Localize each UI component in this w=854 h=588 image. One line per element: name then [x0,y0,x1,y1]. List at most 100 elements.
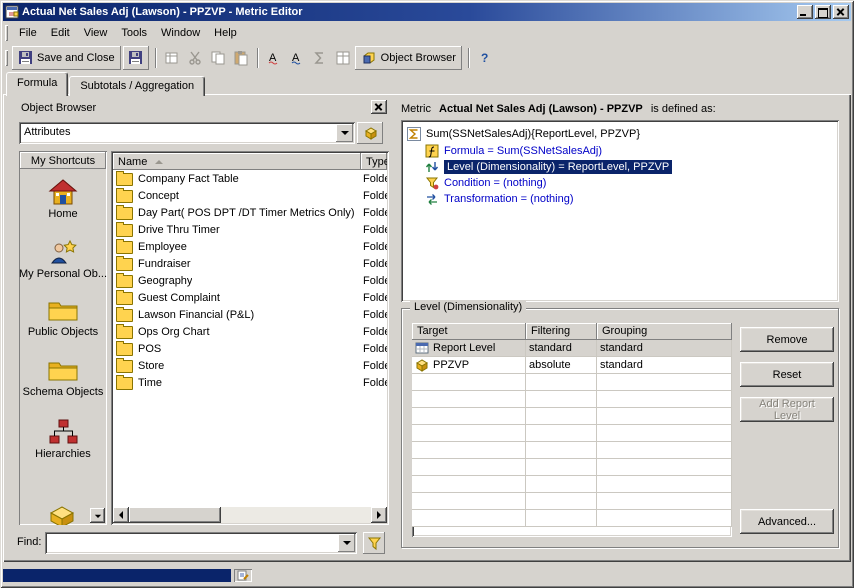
object-browser-toggle[interactable]: Object Browser [354,45,462,70]
list-item[interactable]: Geography Folde [113,272,387,289]
sigma-button[interactable] [309,47,331,69]
funnel-icon [367,537,381,550]
menubar-grip[interactable] [5,24,8,41]
cut-button[interactable] [184,47,206,69]
tab-subtotals-aggregation[interactable]: Subtotals / Aggregation [69,76,206,96]
scroll-left-button[interactable] [113,507,129,523]
titlebar[interactable]: Actual Net Sales Adj (Lawson) - PPZVP - … [3,3,851,21]
object-browser-label: Object Browser [380,51,456,64]
paste-button[interactable] [230,47,252,69]
table-empty-row [412,476,732,493]
folder-name: Day Part( POS DPT /DT Timer Metrics Only… [138,206,355,219]
folder-icon [116,221,133,237]
table-cell [597,459,732,476]
table-row-ppzvp[interactable]: PPZVP absolute standard [412,357,732,374]
browse-level-up-button[interactable] [357,122,383,144]
reset-button[interactable]: Reset [740,362,834,387]
definition-condition-node[interactable]: Condition = (nothing) [425,175,546,191]
list-item[interactable]: POS Folde [113,340,387,357]
scroll-right-button[interactable] [371,507,387,523]
definition-root-node[interactable]: Sum(SSNetSalesAdj){ReportLevel, PPZVP} [407,126,640,142]
menu-window[interactable]: Window [154,24,207,42]
menu-help[interactable]: Help [207,24,244,42]
list-item[interactable]: Lawson Financial (P&L) Folde [113,306,387,323]
letter-a-red-icon: A [268,52,278,64]
menu-file[interactable]: File [12,24,44,42]
folder-icon [116,340,133,356]
list-item[interactable]: Day Part( POS DPT /DT Timer Metrics Only… [113,204,387,221]
column-header-type[interactable]: Type [361,153,387,170]
table-cell [526,391,597,408]
toolbar-grip[interactable] [5,49,8,66]
levels-button[interactable] [332,47,354,69]
list-item[interactable]: Time Folde [113,374,387,391]
shortcut-home[interactable]: Home [19,170,107,230]
list-item[interactable]: Guest Complaint Folde [113,289,387,306]
maximize-button[interactable] [815,5,831,19]
dropdown-arrow-button[interactable] [336,124,353,142]
menu-view[interactable]: View [77,24,115,42]
object-type-value: Attributes [24,126,71,138]
filtering-cell: standard [526,340,597,357]
definition-level-node[interactable]: Level (Dimensionality) = ReportLevel, PP… [425,159,673,175]
find-text-input[interactable] [48,535,334,552]
column-header-grouping[interactable]: Grouping [597,323,732,340]
close-button[interactable] [833,5,849,19]
find-filter-button[interactable] [363,532,385,554]
list-item[interactable]: Company Fact Table Folde [113,170,387,187]
column-header-filtering[interactable]: Filtering [526,323,597,340]
list-item[interactable]: Concept Folde [113,187,387,204]
list-item[interactable]: Ops Org Chart Folde [113,323,387,340]
folder-name: Ops Org Chart [138,325,210,338]
table-empty-row [412,493,732,510]
scrollbar-thumb[interactable] [129,507,221,523]
table-cell [597,408,732,425]
grouping-cell: standard [597,340,732,357]
definition-formula-node[interactable]: Formula = Sum(SSNetSalesAdj) [425,143,602,159]
list-item[interactable]: Employee Folde [113,238,387,255]
minimize-button[interactable] [797,5,813,19]
metric-label: Metric [401,103,431,115]
save-and-close-button[interactable]: Save and Close [12,45,121,70]
definition-text: Transformation = (nothing) [444,193,574,205]
list-item[interactable]: Drive Thru Timer Folde [113,221,387,238]
menu-edit[interactable]: Edit [44,24,77,42]
table-cell [526,459,597,476]
list-item[interactable]: Fundraiser Folde [113,255,387,272]
insert-function-button[interactable] [161,47,183,69]
column-header-target[interactable]: Target [412,323,526,340]
shortcut-schema-objects[interactable]: Schema Objects [19,350,107,410]
rename-button[interactable]: A [263,47,285,69]
target-cell: PPZVP [412,357,526,374]
find-combo[interactable] [45,532,357,554]
shortcut-my-personal-objects[interactable]: My Personal Ob... [19,230,107,290]
advanced-button[interactable]: Advanced... [740,509,834,534]
remove-button[interactable]: Remove [740,327,834,352]
my-shortcuts-header[interactable]: My Shortcuts [20,152,106,169]
menu-tools[interactable]: Tools [114,24,154,42]
object-type-dropdown[interactable]: Attributes [19,122,355,144]
object-browser-close-button[interactable] [371,100,387,114]
folder-name: Lawson Financial (P&L) [138,308,255,321]
object-browser-title: Object Browser [21,102,97,114]
folder-icon [47,299,79,323]
tab-label: Subtotals / Aggregation [80,80,195,92]
table-row-report-level[interactable]: Report Level standard standard [412,340,732,357]
help-button[interactable]: ? [474,47,496,69]
tab-formula[interactable]: Formula [6,72,69,96]
list-item[interactable]: Store Folde [113,357,387,374]
shortcut-hierarchies[interactable]: Hierarchies [19,410,107,470]
horizontal-scrollbar[interactable] [113,507,387,523]
table-cell [412,374,526,391]
column-header-name[interactable]: Name [113,153,361,170]
definition-transformation-node[interactable]: Transformation = (nothing) [425,191,574,207]
copy-button[interactable] [207,47,229,69]
folder-icon [116,238,133,254]
format-button[interactable]: A [286,47,308,69]
shortcut-scroll-down-button[interactable] [90,508,105,523]
shortcut-bar: My Shortcuts Home My Personal Ob... Publ… [19,151,107,525]
find-dropdown-button[interactable] [338,534,355,552]
shortcut-public-objects[interactable]: Public Objects [19,290,107,350]
save-button[interactable] [122,45,149,70]
target-value: PPZVP [433,359,470,371]
